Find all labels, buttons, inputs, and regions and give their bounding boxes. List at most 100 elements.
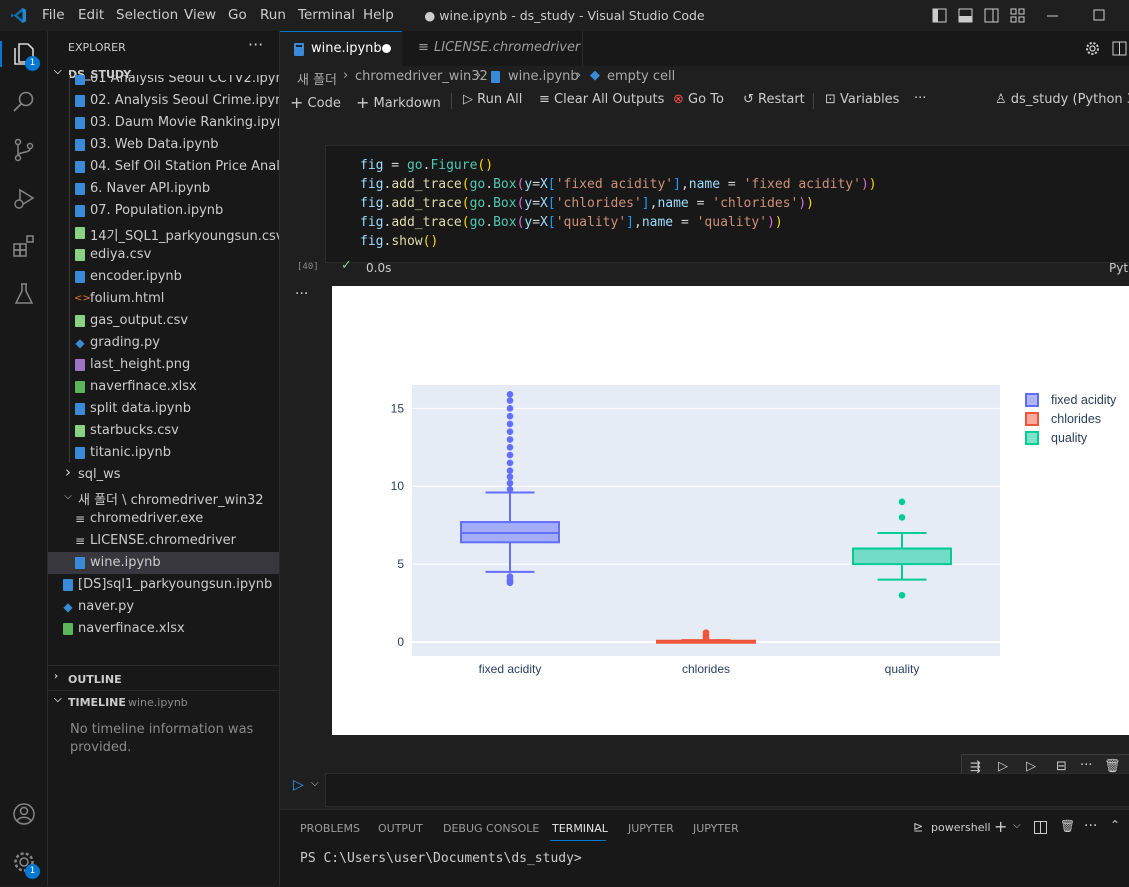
new-terminal-icon[interactable]: + [994, 817, 1007, 836]
run-all-button[interactable]: ▷ Run All [463, 92, 522, 107]
file-tree-item[interactable]: [DS]sql1_parkyoungsun.ipynb [48, 574, 279, 596]
breadcrumb-cell[interactable]: empty cell [607, 69, 675, 84]
tab-wine-ipynb[interactable]: wine.ipynb [280, 31, 402, 67]
maximize-icon[interactable] [1092, 8, 1107, 23]
tab-license-chromedriver[interactable]: ≡ LICENSE.chromedriver [402, 31, 583, 66]
plus-icon: + [290, 93, 304, 112]
file-tree-item[interactable]: ◆ naver.py [48, 596, 279, 618]
add-code-cell-button[interactable]: + Code [290, 92, 341, 112]
kernel-picker[interactable]: ♙ ds_study (Python 3.8 [995, 92, 1129, 107]
image-icon [74, 358, 86, 372]
toggle-primary-sidebar-icon[interactable] [932, 8, 947, 23]
run-cell-button[interactable]: ▷ [293, 777, 304, 793]
toggle-panel-icon[interactable] [958, 8, 973, 23]
breadcrumb-folder[interactable]: 새 폴더 [297, 69, 337, 88]
toggle-secondary-sidebar-icon[interactable] [984, 8, 999, 23]
terminal-shell-name[interactable]: powershell [931, 821, 991, 834]
panel-tab-output[interactable]: OUTPUT [378, 822, 423, 835]
add-markdown-cell-button[interactable]: + Markdown [356, 92, 441, 112]
timeline-section[interactable]: ⌵ TIMELINE wine.ipynb [48, 692, 279, 714]
outlier-point [506, 391, 514, 398]
file-tree-item[interactable]: ediya.csv [48, 244, 279, 266]
execution-time: 0.0s [366, 261, 392, 275]
go-to-button[interactable]: ⊗ Go To [673, 92, 724, 107]
maximize-panel-chevron-icon[interactable]: ⌃ [1110, 818, 1120, 832]
csv-icon [74, 314, 86, 328]
box-iqr [852, 547, 952, 566]
restart-button[interactable]: ↺ Restart [743, 92, 805, 107]
file-tree-item[interactable]: 01 Analysis Seoul CCTV2.ipynb [48, 75, 279, 90]
file-tree-item[interactable]: titanic.ipynb [48, 442, 279, 464]
file-tree-item[interactable]: › sql_ws [48, 464, 279, 486]
accounts-icon[interactable] [11, 801, 37, 827]
output-more-icon[interactable]: ··· [295, 286, 308, 302]
outline-section[interactable]: › OUTLINE [48, 668, 279, 690]
search-icon[interactable] [11, 89, 37, 115]
breadcrumb-separator-icon: › [343, 68, 349, 83]
file-tree-item[interactable]: ⌵ 새 폴더 \ chromedriver_win32 [48, 486, 279, 508]
file-tree-item[interactable]: gas_output.csv [48, 310, 279, 332]
empty-code-cell[interactable] [325, 773, 1129, 807]
breadcrumb-subfolder[interactable]: chromedriver_win32 [355, 69, 488, 84]
delete-cell-icon[interactable]: 🗑 [1104, 759, 1121, 774]
file-tree-item[interactable]: <> folium.html [48, 288, 279, 310]
file-tree-item[interactable]: split data.ipynb [48, 398, 279, 420]
clear-all-outputs-button[interactable]: ≡ Clear All Outputs [539, 92, 664, 107]
panel-tab-jupyter[interactable]: JUPYTER [628, 822, 674, 835]
file-tree-item[interactable]: 03. Daum Movie Ranking.ipynb [48, 112, 279, 134]
split-terminal-icon[interactable] [1034, 821, 1047, 834]
settings-gear-icon[interactable] [1085, 41, 1100, 56]
file-tree-item[interactable]: wine.ipynb [48, 552, 279, 574]
panel-tab-debug-console[interactable]: DEBUG CONSOLE [443, 822, 539, 835]
minimize-icon[interactable] [1045, 8, 1060, 23]
code-cell[interactable]: fig = go.Figure() fig.add_trace(go.Box(y… [325, 145, 1129, 263]
toolbar-more-icon[interactable]: ··· [914, 91, 926, 106]
testing-icon[interactable] [11, 281, 37, 307]
cell-language[interactable]: Pyth [1109, 261, 1129, 275]
file-tree-item[interactable]: 02. Analysis Seoul Crime.ipynb [48, 90, 279, 112]
restart-icon: ↺ [743, 92, 754, 107]
kill-terminal-icon[interactable]: 🗑 [1060, 819, 1075, 833]
file-tree-item[interactable]: starbucks.csv [48, 420, 279, 442]
customize-layout-icon[interactable] [1010, 8, 1025, 23]
file-tree-item[interactable]: last_height.png [48, 354, 279, 376]
split-cell-icon[interactable]: ⊟ [1056, 759, 1067, 774]
file-tree-item[interactable]: 04. Self Oil Station Price Analys... [48, 156, 279, 178]
file-tree-item[interactable]: ≡ LICENSE.chromedriver [48, 530, 279, 552]
file-tree-item[interactable]: 07. Population.ipynb [48, 200, 279, 222]
cell-more-icon[interactable]: ··· [1080, 758, 1092, 773]
panel-more-icon[interactable]: ··· [1084, 818, 1097, 834]
split-editor-icon[interactable] [1112, 41, 1127, 56]
run-options-chevron-icon[interactable]: ⌵ [311, 778, 319, 789]
timeline-file: wine.ipynb [128, 696, 188, 709]
csv-icon [74, 226, 86, 240]
file-icon: ≡ [74, 534, 86, 548]
run-below-icon[interactable]: ▷ [1026, 759, 1036, 774]
file-tree-item[interactable]: encoder.ipynb [48, 266, 279, 288]
file-tree-item[interactable]: 03. Web Data.ipynb [48, 134, 279, 156]
breadcrumb-file[interactable]: wine.ipynb [508, 69, 579, 84]
terminal-dropdown-chevron-icon[interactable]: ⌵ [1013, 820, 1021, 831]
unsaved-dot-icon[interactable] [382, 44, 391, 53]
code-line-2: fig.add_trace(go.Box(y=X['fixed acidity'… [360, 177, 877, 192]
file-tree-item[interactable]: naverfinace.xlsx [48, 376, 279, 398]
explorer-more-icon[interactable]: ··· [248, 35, 263, 54]
outlier-point [898, 514, 906, 521]
file-tree-item[interactable]: ≡ chromedriver.exe [48, 508, 279, 530]
file-tree: 01 Analysis Seoul CCTV2.ipynb 02. Analysi… [48, 75, 279, 645]
extensions-icon[interactable] [11, 233, 37, 259]
code-line-1: fig = go.Figure() [360, 158, 494, 173]
file-tree-item[interactable]: 6. Naver API.ipynb [48, 178, 279, 200]
panel-tab-problems[interactable]: PROBLEMS [300, 822, 360, 835]
file-tree-item[interactable]: ◆ grading.py [48, 332, 279, 354]
terminal-prompt[interactable]: PS C:\Users\user\Documents\ds_study> [300, 851, 582, 866]
file-tree-item[interactable]: naverfinace.xlsx [48, 618, 279, 640]
file-tree-item[interactable]: 14기_SQL1_parkyoungsun.csv.c... [48, 222, 279, 244]
source-control-icon[interactable] [11, 137, 37, 163]
breadcrumb-separator-icon: › [476, 68, 482, 83]
run-debug-icon[interactable] [11, 185, 37, 211]
panel-tab-terminal[interactable]: TERMINAL [552, 822, 608, 835]
panel-tab-jupyter-2[interactable]: JUPYTER [693, 822, 739, 835]
variables-button[interactable]: ⊡ Variables [825, 92, 899, 107]
run-cell-icon[interactable]: ▷ [998, 759, 1008, 774]
